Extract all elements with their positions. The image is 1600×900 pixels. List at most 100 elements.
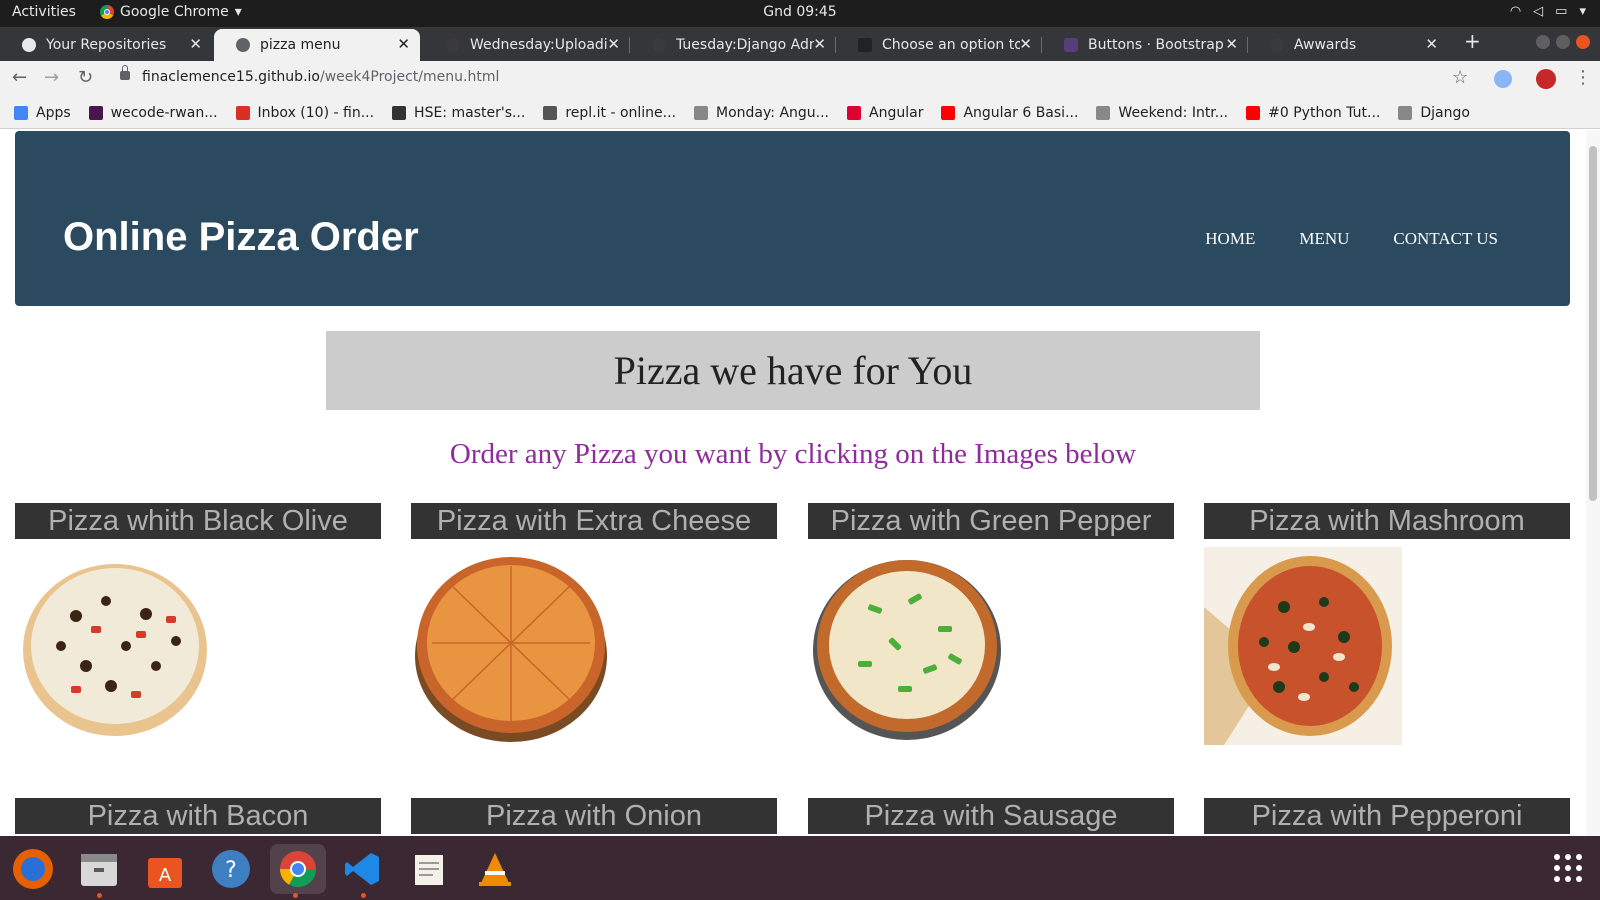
pizza-title-onion: Pizza with Onion (411, 798, 777, 834)
bookmark-item[interactable]: Angular 6 Basi... (941, 105, 1078, 121)
tab-label: Awwards (1294, 37, 1357, 53)
bookmark-star-icon[interactable]: ☆ (1452, 67, 1468, 88)
site-header: Online Pizza Order HOME MENU CONTACT US (15, 131, 1570, 306)
extension-icon[interactable] (1494, 70, 1512, 88)
pizza-title-pepperoni: Pizza with Pepperoni (1204, 798, 1570, 834)
wifi-icon[interactable]: ◠ (1510, 4, 1521, 19)
bookmark-label: Monday: Angu... (716, 104, 830, 121)
vlc-launcher[interactable] (470, 844, 520, 894)
moringa-icon (652, 38, 666, 52)
pizza-title-green-pepper: Pizza with Green Pepper (808, 503, 1174, 539)
github-icon (22, 38, 36, 52)
pizza-image-green-pepper[interactable] (808, 546, 1006, 744)
bookmark-label: #0 Python Tut... (1268, 104, 1381, 121)
lock-icon[interactable] (120, 65, 130, 80)
bookmark-item[interactable]: Django (1398, 105, 1470, 121)
system-tray[interactable]: ◠ ◁ ▭ ▾ (1510, 4, 1586, 19)
pizza-image-black-olive[interactable] (16, 546, 214, 744)
pizza-title-sausage: Pizza with Sausage (808, 798, 1174, 834)
menu-kebab-icon[interactable]: ⋮ (1574, 67, 1592, 88)
vscode-launcher[interactable] (338, 844, 388, 898)
replit-icon (543, 105, 558, 120)
tab-awwards[interactable]: Awwards ✕ (1248, 29, 1448, 61)
apps-grid-icon (14, 105, 28, 120)
bookmark-label: Angular 6 Basi... (963, 104, 1079, 121)
tab-choose-option[interactable]: Choose an option to ✕ (836, 29, 1042, 61)
firefox-icon (13, 849, 53, 889)
close-icon[interactable]: ✕ (1019, 35, 1032, 53)
nav-menu-link[interactable]: MENU (1299, 229, 1349, 249)
bookmark-item[interactable]: Inbox (10) - fin... (235, 104, 375, 121)
youtube-icon (941, 105, 956, 120)
software-launcher[interactable]: A (140, 844, 190, 894)
bookmark-item[interactable]: #0 Python Tut... (1246, 105, 1380, 121)
bookmark-label: Weekend: Intr... (1118, 104, 1229, 121)
battery-icon[interactable]: ▭ (1555, 4, 1567, 19)
youtube-icon (1246, 105, 1261, 120)
forward-arrow-icon[interactable]: → (44, 67, 59, 88)
bookmark-item[interactable]: HSE: master's... (392, 105, 525, 121)
awwards-icon (1270, 38, 1284, 52)
moringa-icon (1398, 105, 1413, 120)
reload-icon[interactable]: ↻ (78, 67, 93, 88)
close-icon[interactable]: ✕ (813, 35, 826, 53)
page-scrollbar[interactable] (1586, 130, 1600, 836)
bookmark-item[interactable]: wecode-rwan... (88, 105, 218, 121)
bookmark-item[interactable]: Weekend: Intr... (1096, 105, 1228, 121)
text-editor-icon (415, 855, 443, 885)
help-launcher[interactable]: ? (206, 844, 256, 894)
bookmark-label: Apps (36, 104, 71, 121)
bookmark-item[interactable]: Apps (14, 105, 71, 121)
close-icon[interactable]: ✕ (607, 35, 620, 53)
minimize-button[interactable] (1536, 35, 1550, 49)
close-icon[interactable]: ✕ (189, 35, 202, 53)
back-arrow-icon[interactable]: ← (12, 67, 27, 88)
close-icon[interactable]: ✕ (1425, 35, 1438, 53)
close-icon[interactable]: ✕ (397, 35, 410, 53)
pizza-image-extra-cheese[interactable] (412, 546, 610, 744)
bookmark-label: Angular (869, 104, 924, 121)
tab-bootstrap-buttons[interactable]: Buttons · Bootstrap ✕ (1042, 29, 1248, 61)
close-window-button[interactable] (1576, 35, 1590, 49)
tab-label: Choose an option to (882, 37, 1020, 53)
tab-label: Buttons · Bootstrap (1088, 37, 1224, 53)
show-applications-icon[interactable] (1554, 854, 1582, 882)
tab-tuesday[interactable]: Tuesday:Django Adm ✕ (630, 29, 836, 61)
bookmark-item[interactable]: Angular (847, 105, 923, 121)
profile-avatar[interactable] (1536, 69, 1556, 89)
software-center-icon: A (148, 858, 182, 888)
close-icon[interactable]: ✕ (1225, 35, 1238, 53)
chevron-down-icon[interactable]: ▾ (1579, 4, 1586, 19)
files-launcher[interactable] (74, 844, 124, 898)
url-domain: finaclemence15.github.io (142, 69, 320, 85)
bookmark-label: Inbox (10) - fin... (257, 104, 375, 121)
bookmark-item[interactable]: Monday: Angu... (694, 105, 829, 121)
activities-button[interactable]: Activities (12, 4, 76, 20)
pizza-title-mushroom: Pizza with Mashroom (1204, 503, 1570, 539)
site-nav: HOME MENU CONTACT US (1205, 229, 1498, 249)
hse-icon (392, 105, 407, 120)
text-editor-launcher[interactable] (404, 844, 454, 894)
pizza-title-bacon: Pizza with Bacon (15, 798, 381, 834)
tab-pizza-menu[interactable]: pizza menu ✕ (214, 29, 420, 61)
firefox-launcher[interactable] (8, 844, 58, 894)
bookmark-item[interactable]: repl.it - online... (543, 105, 676, 121)
bookmark-label: Django (1420, 104, 1470, 121)
tab-label: Wednesday:Uploadin (470, 37, 608, 53)
nav-home-link[interactable]: HOME (1205, 229, 1255, 249)
address-bar[interactable]: finaclemence15.github.io/week4Project/me… (142, 69, 499, 85)
chrome-launcher[interactable] (270, 844, 326, 898)
chrome-icon (100, 5, 114, 19)
app-menu[interactable]: Google Chrome ▾ (100, 4, 242, 20)
maximize-button[interactable] (1556, 35, 1570, 49)
tab-label: Tuesday:Django Adm (676, 37, 814, 53)
volume-icon[interactable]: ◁ (1533, 4, 1543, 19)
globe-icon (236, 38, 250, 52)
scrollbar-thumb[interactable] (1589, 146, 1597, 501)
tab-wednesday[interactable]: Wednesday:Uploadin ✕ (424, 29, 630, 61)
nav-contact-link[interactable]: CONTACT US (1393, 229, 1498, 249)
pizza-image-mushroom[interactable] (1204, 547, 1402, 745)
ubuntu-dock: A ? (0, 836, 1600, 900)
tab-your-repositories[interactable]: Your Repositories ✕ (0, 29, 212, 61)
new-tab-button[interactable]: + (1464, 29, 1481, 53)
